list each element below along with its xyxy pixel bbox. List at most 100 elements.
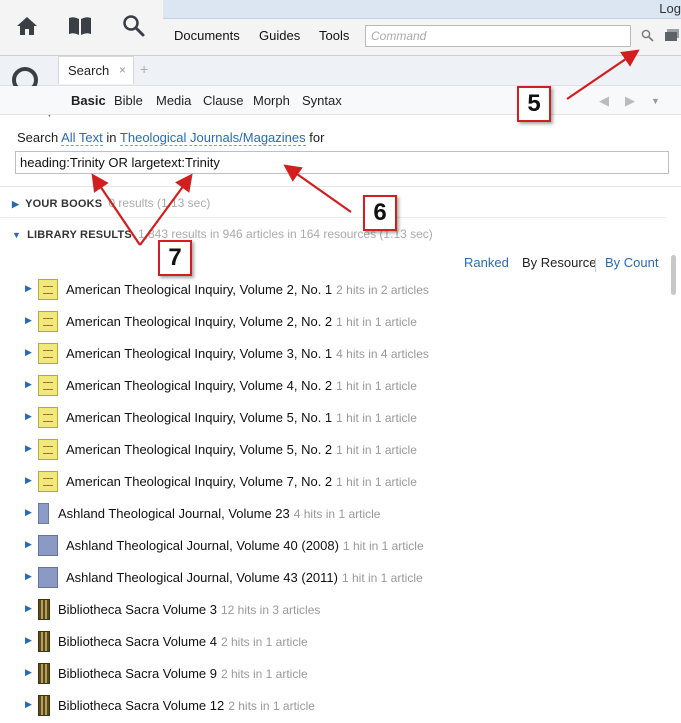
tab-media[interactable]: Media	[156, 93, 191, 108]
tab-basic[interactable]: Basic	[71, 93, 106, 108]
resource-cover-icon	[38, 439, 58, 460]
result-row[interactable]: ▶ Bibliotheca Sacra Volume 92 hits in 1 a…	[0, 657, 668, 689]
annotation-callout-6: 6	[363, 195, 397, 231]
result-row[interactable]: ▶ Ashland Theological Journal, Volume 40 …	[0, 529, 668, 561]
login-link[interactable]: Log	[659, 1, 681, 16]
sort-by-count[interactable]: By Count	[605, 255, 658, 270]
expand-arrow-icon[interactable]: ▶	[25, 539, 32, 550]
forward-arrow-icon[interactable]: ▶	[625, 93, 635, 109]
library-book-icon[interactable]	[65, 12, 95, 40]
new-tab-button[interactable]: +	[140, 61, 148, 77]
result-row[interactable]: ▶ American Theological Inquiry, Volume 2,…	[0, 305, 668, 337]
resource-cover-icon	[38, 311, 58, 332]
expand-arrow-icon[interactable]: ▶	[25, 475, 32, 486]
tab-search-label: Search	[68, 63, 110, 78]
resource-title[interactable]: Bibliotheca Sacra Volume 92 hits in 1 ar…	[58, 666, 308, 681]
expand-arrow-icon[interactable]: ▶	[25, 379, 32, 390]
resource-title-text: Bibliotheca Sacra Volume 9	[58, 666, 217, 681]
menu-tools[interactable]: Tools	[319, 28, 349, 43]
your-books-label: YOUR BOOKS	[25, 198, 103, 210]
expand-arrow-icon[interactable]: ▶	[25, 667, 32, 678]
tab-syntax[interactable]: Syntax	[302, 93, 342, 108]
hit-count: 2 hits in 1 article	[220, 667, 308, 681]
expand-arrow-icon[interactable]: ▶	[25, 603, 32, 614]
expand-arrow-icon[interactable]: ▶	[25, 411, 32, 422]
annotation-callout-5: 5	[517, 86, 551, 122]
resource-title[interactable]: Ashland Theological Journal, Volume 23 4 …	[58, 506, 380, 521]
tab-clause[interactable]: Clause	[203, 93, 243, 108]
sort-ranked[interactable]: Ranked	[464, 255, 509, 270]
collapse-arrow-icon[interactable]: ▼	[12, 230, 21, 240]
result-row[interactable]: ▶ Ashland Theological Journal, Volume 43 …	[0, 561, 668, 593]
command-input[interactable]	[365, 25, 631, 47]
resource-title[interactable]: Bibliotheca Sacra Volume 3 12 hits in 3 a…	[58, 602, 320, 617]
resource-title[interactable]: American Theological Inquiry, Volume 3, …	[66, 346, 429, 361]
resource-title[interactable]: American Theological Inquiry, Volume 2, …	[66, 282, 429, 297]
scope-all-text-link[interactable]: All Text	[61, 130, 103, 146]
home-icon[interactable]	[12, 12, 42, 40]
expand-arrow-icon[interactable]: ▶	[25, 635, 32, 646]
resource-title[interactable]: Bibliotheca Sacra Volume 42 hits in 1 ar…	[58, 634, 308, 649]
resource-cover-icon	[38, 279, 58, 300]
resource-cover-icon	[38, 695, 50, 716]
result-row[interactable]: ▶ Bibliotheca Sacra Volume 3 12 hits in 3 …	[0, 593, 668, 625]
tab-bible[interactable]: Bible	[114, 93, 143, 108]
expand-arrow-icon[interactable]: ▶	[25, 699, 32, 710]
expand-arrow-icon[interactable]: ▶	[25, 507, 32, 518]
resource-title[interactable]: American Theological Inquiry, Volume 7, …	[66, 474, 417, 489]
result-row[interactable]: ▶ American Theological Inquiry, Volume 7,…	[0, 465, 668, 497]
tab-morph[interactable]: Morph	[253, 93, 290, 108]
resource-title-text: Bibliotheca Sacra Volume 12	[58, 698, 225, 713]
resource-title[interactable]: American Theological Inquiry, Volume 5, …	[66, 442, 417, 457]
resource-title[interactable]: American Theological Inquiry, Volume 4, …	[66, 378, 417, 393]
chevron-down-icon[interactable]: ▼	[651, 96, 660, 106]
hit-count: 1 hit in 1 article	[336, 315, 417, 329]
hit-count: 12 hits in 3 articles	[220, 603, 321, 617]
resource-cover-icon	[38, 343, 58, 364]
hit-count: 1 hit in 1 article	[341, 571, 423, 585]
result-row[interactable]: ▶ Bibliotheca Sacra Volume 42 hits in 1 a…	[0, 625, 668, 657]
panel-layouts-icon[interactable]	[664, 28, 680, 45]
resource-title[interactable]: Ashland Theological Journal, Volume 43 (…	[66, 570, 423, 585]
hit-count: 4 hits in 4 articles	[336, 347, 429, 361]
expand-arrow-icon[interactable]: ▶	[25, 571, 32, 582]
close-icon[interactable]: ×	[119, 63, 126, 77]
panel-tab-bar: Search × +	[0, 56, 681, 86]
result-row[interactable]: ▶ Bibliotheca Sacra Volume 12 2 hits in 1 …	[0, 689, 668, 721]
resource-title-text: Ashland Theological Journal, Volume 40 (…	[66, 538, 339, 553]
resource-title[interactable]: American Theological Inquiry, Volume 2, …	[66, 314, 417, 329]
title-strip: Log	[163, 0, 681, 19]
expand-arrow-icon[interactable]: ▶	[25, 347, 32, 358]
resource-title[interactable]: Bibliotheca Sacra Volume 12 2 hits in 1 a…	[58, 698, 315, 713]
result-row[interactable]: ▶ American Theological Inquiry, Volume 4,…	[0, 369, 668, 401]
search-query-input[interactable]: heading:Trinity OR largetext:Trinity	[15, 151, 669, 174]
result-row[interactable]: ▶ American Theological Inquiry, Volume 2,…	[0, 273, 668, 305]
resource-title-text: American Theological Inquiry, Volume 2, …	[66, 282, 333, 297]
collection-link[interactable]: Theological Journals/Magazines	[119, 130, 306, 146]
menu-guides[interactable]: Guides	[259, 28, 300, 43]
hit-count: 1 hit in 1 article	[336, 475, 417, 489]
expand-arrow-icon[interactable]: ▶	[25, 283, 32, 294]
resource-cover-icon	[38, 407, 58, 428]
command-search-icon[interactable]	[641, 29, 654, 45]
result-row[interactable]: ▶ Ashland Theological Journal, Volume 23 4…	[0, 497, 668, 529]
scrollbar-thumb[interactable]	[671, 255, 676, 295]
resource-title-text: American Theological Inquiry, Volume 3, …	[66, 346, 333, 361]
menu-documents[interactable]: Documents	[174, 28, 240, 43]
resource-title[interactable]: American Theological Inquiry, Volume 5, …	[66, 410, 417, 425]
resource-cover-icon	[38, 375, 58, 396]
resource-title[interactable]: Ashland Theological Journal, Volume 40 (…	[66, 538, 424, 553]
expand-arrow-icon[interactable]: ▶	[12, 199, 19, 209]
back-arrow-icon[interactable]: ◀	[599, 93, 609, 109]
result-row[interactable]: ▶ American Theological Inquiry, Volume 5,…	[0, 401, 668, 433]
tab-search[interactable]: Search ×	[58, 56, 134, 84]
search-nav-icon[interactable]	[119, 12, 149, 40]
expand-arrow-icon[interactable]: ▶	[25, 315, 32, 326]
your-books-header[interactable]: ▶ YOUR BOOKS 0 results (1.13 sec)	[12, 196, 210, 210]
result-row[interactable]: ▶ American Theological Inquiry, Volume 5,…	[0, 433, 668, 465]
hit-count: 2 hits in 2 articles	[336, 283, 429, 297]
scope-for-word: for	[309, 130, 325, 145]
expand-arrow-icon[interactable]: ▶	[25, 443, 32, 454]
result-row[interactable]: ▶ American Theological Inquiry, Volume 3,…	[0, 337, 668, 369]
sort-by-resource[interactable]: By Resource	[522, 255, 596, 270]
